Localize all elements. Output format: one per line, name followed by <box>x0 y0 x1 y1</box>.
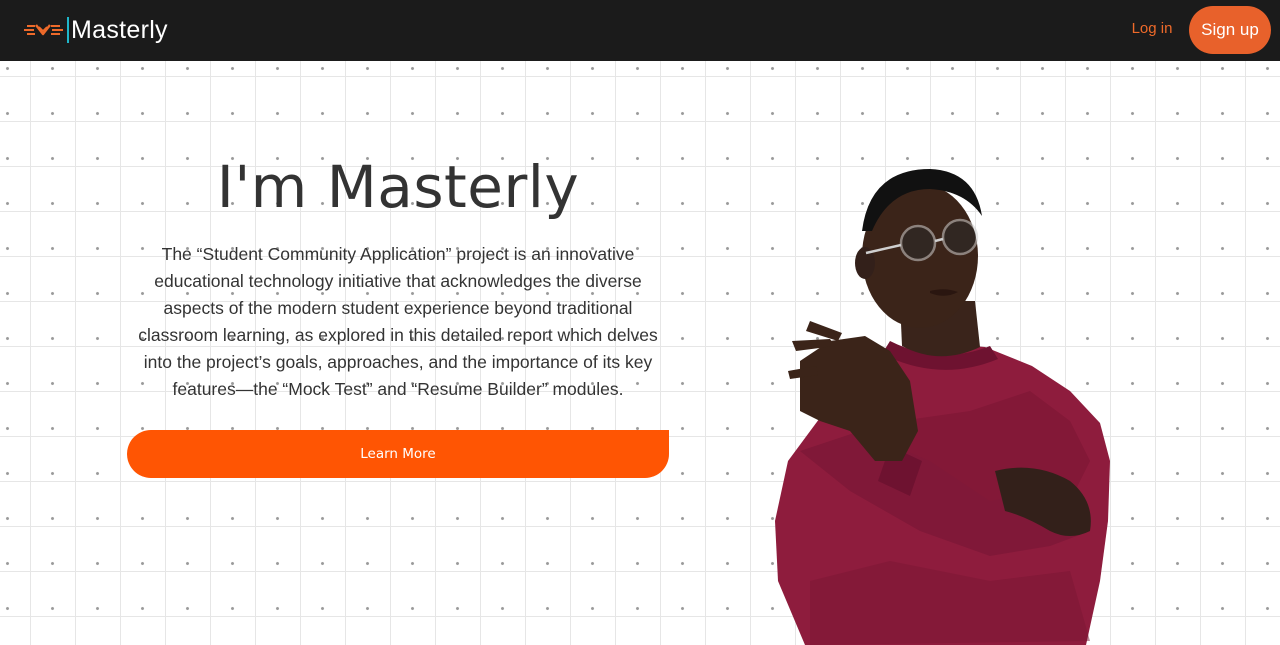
brand-divider <box>67 17 69 43</box>
signup-button[interactable]: Sign up <box>1189 6 1271 54</box>
brand-name[interactable]: Masterly <box>71 16 168 45</box>
hero-title: I'm Masterly <box>216 153 580 221</box>
login-link[interactable]: Log in <box>1126 20 1178 37</box>
brand[interactable]: Masterly <box>22 14 168 46</box>
learn-more-button[interactable]: Learn More <box>127 430 669 478</box>
person-crossed-arms-photo <box>775 169 1110 645</box>
navbar: Masterly Log in Sign up <box>0 0 1280 61</box>
masterly-logo-icon <box>24 24 63 36</box>
hero-section: I'm Masterly The “Student Community Appl… <box>0 61 1280 645</box>
hero-description: The “Student Community Application” proj… <box>138 244 658 399</box>
